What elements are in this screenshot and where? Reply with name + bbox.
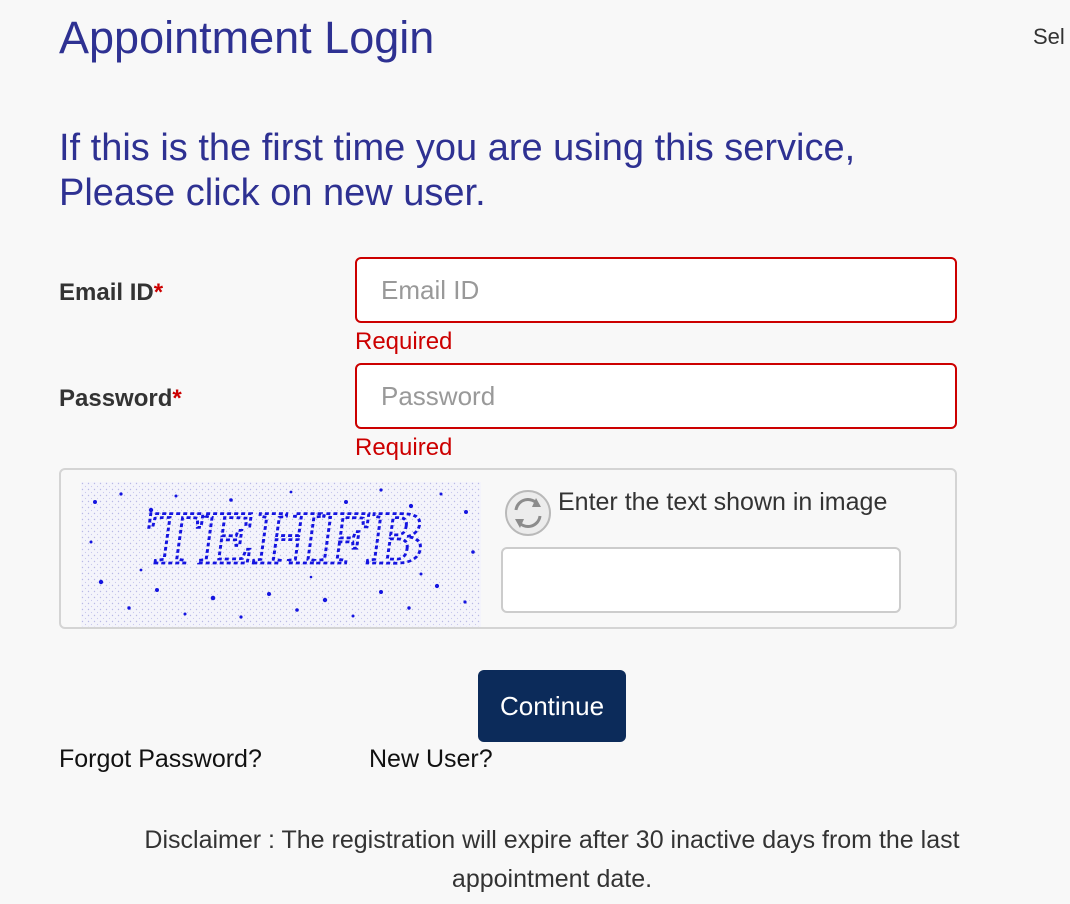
new-user-link[interactable]: New User? (369, 745, 493, 774)
language-select-fragment[interactable]: Sel (1033, 24, 1065, 50)
intro-message: If this is the first time you are using … (59, 126, 1019, 216)
disclaimer-line-2: appointment date. (451, 865, 653, 893)
login-page: Appointment Login Sel If this is the fir… (0, 0, 1070, 904)
forgot-password-link[interactable]: Forgot Password? (59, 745, 262, 774)
email-field[interactable] (355, 257, 957, 323)
captcha-input[interactable] (501, 547, 901, 613)
page-title: Appointment Login (59, 12, 435, 63)
required-asterisk: * (172, 385, 182, 412)
disclaimer-line-1: Disclaimer : The registration will expir… (144, 826, 960, 854)
password-error: Required (355, 434, 453, 461)
password-field[interactable] (355, 363, 957, 429)
captcha-image: TEHFB (81, 482, 481, 627)
refresh-icon[interactable] (503, 488, 553, 538)
intro-line-2: Please click on new user. (59, 172, 486, 214)
continue-button[interactable]: Continue (478, 670, 626, 742)
email-label-text: Email ID (59, 279, 154, 306)
password-label: Password* (59, 385, 182, 413)
disclaimer: Disclaimer : The registration will expir… (100, 821, 1004, 899)
captcha-panel: TEHFB Enter the text shown in image (59, 468, 957, 629)
intro-line-1: If this is the first time you are using … (59, 127, 856, 169)
email-label: Email ID* (59, 279, 163, 307)
captcha-text: TEHFB (140, 496, 430, 580)
password-label-text: Password (59, 385, 173, 412)
required-asterisk: * (153, 279, 164, 306)
captcha-prompt: Enter the text shown in image (558, 488, 888, 516)
email-error: Required (355, 328, 453, 355)
